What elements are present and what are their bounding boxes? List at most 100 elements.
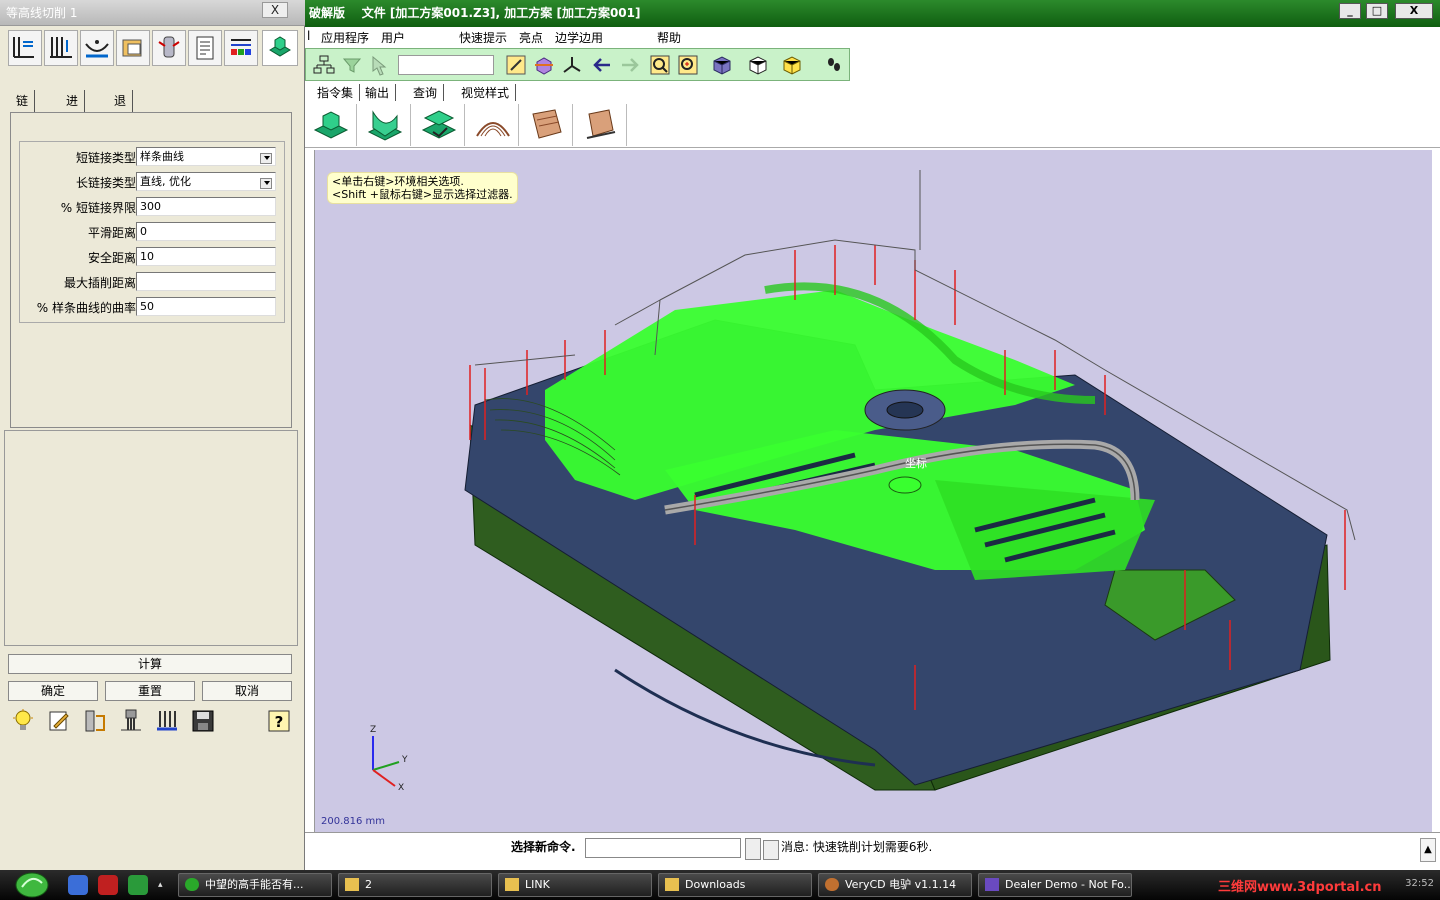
axis-triad-icon[interactable] (560, 53, 584, 77)
maximize-button[interactable]: □ (1366, 3, 1388, 19)
spline-curvature-field[interactable]: 50 (136, 297, 276, 316)
param-row-spline-curvature: % 样条曲线的曲率 50 (20, 296, 286, 318)
tool-zlevel-icon[interactable] (262, 30, 298, 66)
zoom-window-icon[interactable] (648, 53, 672, 77)
transform-cube-icon[interactable] (532, 53, 556, 77)
tab-output[interactable]: 输出 (365, 84, 397, 101)
param-label: 短链接类型 (75, 151, 136, 165)
save-icon[interactable] (188, 706, 218, 736)
dialog-close-button[interactable]: X (262, 2, 288, 18)
lightbulb-icon[interactable] (8, 706, 38, 736)
command-input[interactable] (585, 838, 741, 858)
menu-item-quick-tips[interactable]: 快速提示 (459, 29, 507, 46)
mill-tool-icon[interactable] (152, 706, 182, 736)
tab-command-set[interactable]: 指令集 (317, 84, 361, 101)
link-params-group: 短链接类型 样条曲线 长链接类型 直线, 优化 % 短链接界限 300 平滑距离… (19, 141, 285, 323)
tool-cutter-icon[interactable] (152, 30, 186, 66)
view-orientation-icon[interactable] (780, 53, 804, 77)
cancel-button[interactable]: 取消 (202, 681, 292, 701)
pick-arrow-icon[interactable] (368, 53, 392, 77)
dialog-spacer-frame (4, 430, 298, 646)
quicklaunch-more-icon[interactable]: ▴ (158, 875, 168, 895)
ok-button[interactable]: 确定 (8, 681, 98, 701)
wireframe-cube-icon[interactable] (746, 53, 770, 77)
menu-item-applications[interactable]: 应用程序 (321, 29, 369, 46)
zlevel-cut-icon[interactable] (305, 104, 357, 146)
refresh-app-icon[interactable] (128, 875, 148, 895)
status-message: 消息: 快速铣削计划需要6秒. (781, 840, 933, 854)
mold-model-3d[interactable]: 坐标 Z Y X (315, 150, 1432, 832)
solidworks-icon[interactable] (98, 875, 118, 895)
pencil-trace-icon[interactable] (521, 104, 573, 146)
toolbar-empty-area (852, 48, 1440, 81)
tree-structure-icon[interactable] (312, 53, 336, 77)
menu-item-user[interactable]: 用户 (381, 29, 405, 46)
projection-curves-icon[interactable] (467, 104, 519, 146)
menu-item-learn[interactable]: 边学边用 (555, 29, 603, 46)
tab-link[interactable]: 链接 (10, 90, 36, 130)
surface-finish-icon[interactable] (359, 104, 411, 146)
max-plunge-distance-field[interactable] (136, 272, 276, 291)
svg-text:?: ? (275, 713, 284, 731)
tool-report-icon[interactable] (188, 30, 222, 66)
message-scroll-up-button[interactable]: ▲ (1420, 838, 1436, 862)
flat-finish-icon[interactable] (413, 104, 465, 146)
menu-item-lead[interactable]: l (307, 29, 310, 43)
menu-item-highlights[interactable]: 亮点 (519, 29, 543, 46)
tool-holder-icon[interactable] (80, 706, 110, 736)
compute-button[interactable]: 计算 (8, 654, 292, 674)
edit-pencil-icon[interactable] (44, 706, 74, 736)
machining-toolbar (305, 102, 1440, 148)
taskbar-item-chat[interactable]: 中望的高手能否有... (178, 873, 332, 897)
reset-button[interactable]: 重置 (105, 681, 195, 701)
arrow-right-icon[interactable] (618, 53, 642, 77)
command-spinner[interactable] (745, 838, 761, 860)
graphics-viewport[interactable]: 坐标 Z Y X <单击右键>环境相关选项. <Shift +鼠标右键>显示选择… (315, 150, 1432, 832)
param-row-short-link-limit: % 短链接界限 300 (20, 196, 286, 218)
taskbar-item-verycd[interactable]: VeryCD 电驴 v1.1.14 (818, 873, 972, 897)
ie-icon[interactable] (68, 875, 88, 895)
param-label: 长链接类型 (75, 176, 136, 190)
zoom-fit-icon[interactable] (676, 53, 700, 77)
tab-lead-out[interactable]: 退刀 (108, 90, 134, 130)
link-params-panel: 短链接类型 样条曲线 长链接类型 直线, 优化 % 短链接界限 300 平滑距离… (10, 112, 292, 428)
chevron-down-icon (264, 181, 270, 185)
long-link-type-select[interactable]: 直线, 优化 (136, 172, 276, 191)
short-link-type-select[interactable]: 样条曲线 (136, 147, 276, 166)
tool-layers-icon[interactable] (224, 30, 258, 66)
machining-dialog: 等高线切削 1 X 链接 进刀 退刀 (0, 0, 305, 870)
tab-visual-style[interactable]: 视觉样式 (461, 84, 517, 101)
axis-x-label: X (398, 783, 404, 793)
sketch-pencil-icon[interactable] (504, 53, 528, 77)
axis-z-label: Z (370, 725, 376, 735)
dialog-title: 等高线切削 1 (0, 0, 305, 26)
minimize-button[interactable]: _ (1339, 3, 1361, 19)
short-link-limit-field[interactable]: 300 (136, 197, 276, 216)
command-history-button[interactable] (763, 840, 779, 860)
tab-lead-in[interactable]: 进刀 (60, 90, 86, 130)
safe-distance-field[interactable]: 10 (136, 247, 276, 266)
toolbar-search-input[interactable] (398, 55, 494, 75)
filter-select-icon[interactable] (340, 53, 364, 77)
tool-params-icon[interactable] (8, 30, 42, 66)
drill-tool-icon[interactable] (116, 706, 146, 736)
tab-query[interactable]: 查询 (413, 84, 445, 101)
tool-stock-icon[interactable] (116, 30, 150, 66)
watermark-text: 三维网www.3dportal.cn (1218, 880, 1382, 895)
taskbar-item-downloads[interactable]: Downloads (658, 873, 812, 897)
tool-surface-icon[interactable] (80, 30, 114, 66)
taskbar-item-folder-link[interactable]: LINK (498, 873, 652, 897)
cursor-label: 坐标 (905, 456, 927, 470)
tool-limits-icon[interactable] (44, 30, 78, 66)
rest-machining-icon[interactable] (575, 104, 627, 146)
taskbar-item-folder-2[interactable]: 2 (338, 873, 492, 897)
start-button-icon[interactable] (12, 871, 52, 899)
close-button[interactable]: X (1395, 3, 1433, 19)
footprints-icon[interactable] (822, 53, 846, 77)
menu-item-help[interactable]: 帮助 (657, 29, 681, 46)
shaded-cube-icon[interactable] (710, 53, 734, 77)
taskbar-item-dealer-demo[interactable]: Dealer Demo - Not Fo... (978, 873, 1132, 897)
smooth-distance-field[interactable]: 0 (136, 222, 276, 241)
arrow-left-icon[interactable] (590, 53, 614, 77)
help-question-icon[interactable]: ? (264, 706, 294, 736)
